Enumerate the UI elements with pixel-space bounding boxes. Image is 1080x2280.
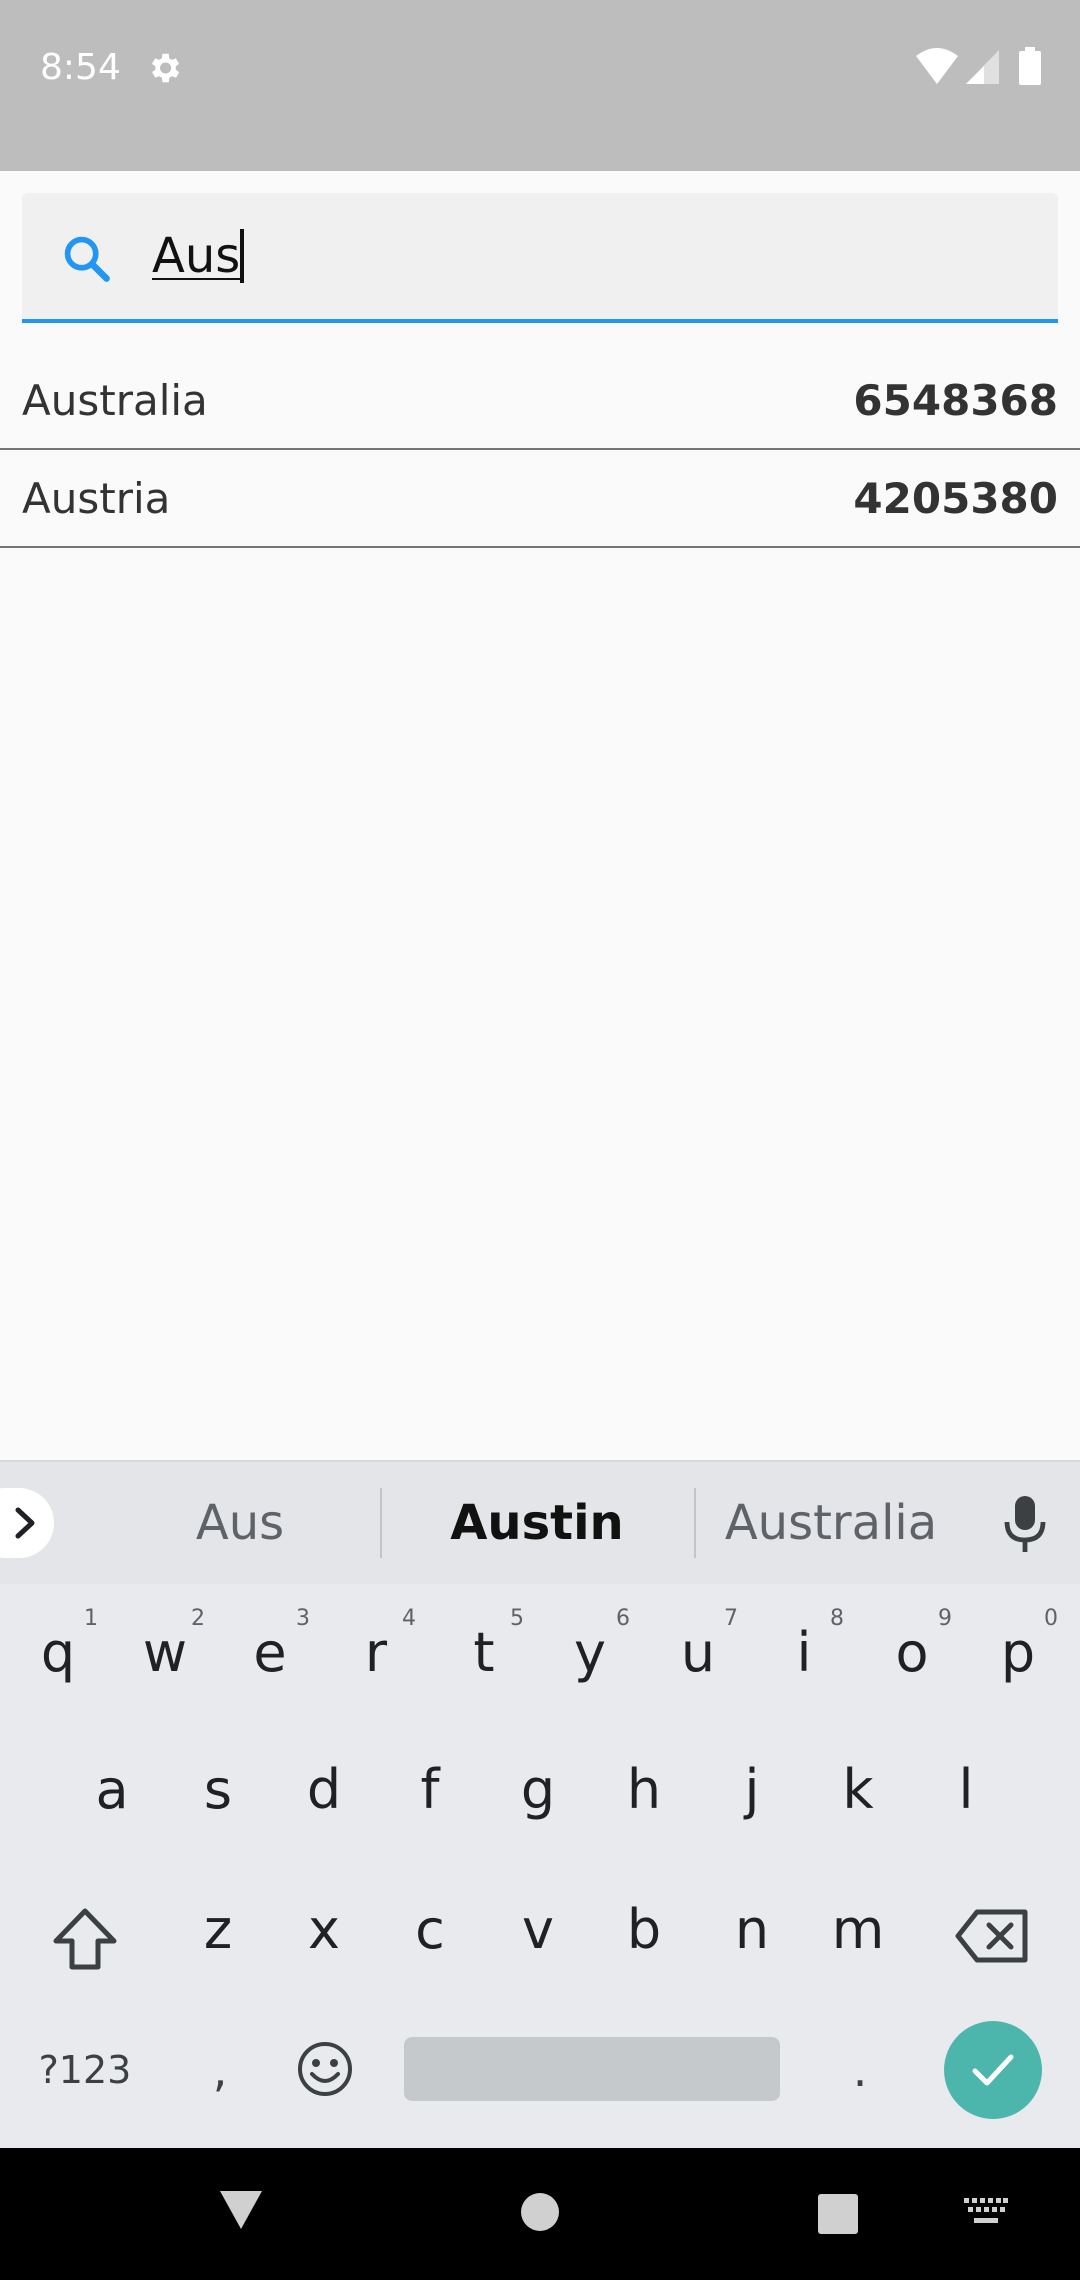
- suggestion-1[interactable]: Aus: [110, 1488, 370, 1558]
- key-b[interactable]: b: [594, 1870, 694, 1990]
- backspace-key[interactable]: [955, 1908, 1029, 1964]
- status-time: 8:54: [40, 47, 121, 88]
- search-icon: [64, 236, 110, 282]
- key-hint: 9: [938, 1606, 952, 1631]
- key-m[interactable]: m: [808, 1870, 908, 1990]
- key-x[interactable]: x: [274, 1870, 374, 1990]
- shift-key[interactable]: [50, 1905, 120, 1975]
- key-a[interactable]: a: [62, 1730, 162, 1850]
- suggestion-2[interactable]: Austin: [392, 1488, 682, 1558]
- key-g[interactable]: g: [488, 1730, 588, 1850]
- suggestion-3[interactable]: Australia: [706, 1488, 956, 1558]
- symbols-key[interactable]: ?123: [30, 2030, 140, 2110]
- microphone-icon[interactable]: [1003, 1496, 1047, 1552]
- checkmark-icon: [972, 2054, 1014, 2086]
- key-hint: 8: [830, 1606, 844, 1631]
- list-item[interactable]: Austria 4205380: [0, 450, 1080, 548]
- suggestion-divider: [380, 1488, 382, 1558]
- key-hint: 3: [296, 1606, 310, 1631]
- country-name: Austria: [22, 474, 171, 523]
- wifi-icon: [916, 48, 958, 84]
- key-hint: 2: [191, 1606, 205, 1631]
- chevron-right-icon: [15, 1507, 35, 1539]
- key-s[interactable]: s: [168, 1730, 268, 1850]
- country-value: 6548368: [853, 376, 1058, 425]
- country-name: Australia: [22, 376, 208, 425]
- gear-icon: [151, 53, 180, 83]
- battery-icon: [1019, 47, 1041, 85]
- period-key[interactable]: .: [838, 2030, 882, 2110]
- search-input[interactable]: Aus: [152, 224, 240, 288]
- text-cursor: [240, 229, 244, 283]
- key-hint: 6: [616, 1606, 630, 1631]
- country-value: 4205380: [853, 474, 1058, 523]
- key-k[interactable]: k: [808, 1730, 908, 1850]
- key-hint: 1: [84, 1606, 98, 1631]
- back-icon[interactable]: [218, 2189, 264, 2231]
- recents-icon[interactable]: [818, 2194, 858, 2234]
- comma-key[interactable]: ,: [195, 2030, 245, 2110]
- key-f[interactable]: f: [380, 1730, 480, 1850]
- key-hint: 0: [1044, 1606, 1058, 1631]
- key-hint: 5: [510, 1606, 524, 1631]
- key-c[interactable]: c: [380, 1870, 480, 1990]
- key-v[interactable]: v: [488, 1870, 588, 1990]
- key-z[interactable]: z: [168, 1870, 268, 1990]
- list-item[interactable]: Australia 6548368: [0, 352, 1080, 450]
- key-d[interactable]: d: [274, 1730, 374, 1850]
- key-hint: 7: [724, 1606, 738, 1631]
- cell-signal-icon: [966, 50, 999, 84]
- home-icon[interactable]: [520, 2192, 560, 2232]
- key-hint: 4: [402, 1606, 416, 1631]
- space-key[interactable]: [404, 2037, 780, 2101]
- key-l[interactable]: l: [916, 1730, 1016, 1850]
- keyboard-switch-icon[interactable]: [964, 2198, 1008, 2226]
- key-j[interactable]: j: [702, 1730, 802, 1850]
- emoji-icon[interactable]: [296, 2040, 354, 2098]
- key-h[interactable]: h: [594, 1730, 694, 1850]
- suggestion-divider: [694, 1488, 696, 1558]
- key-n[interactable]: n: [702, 1870, 802, 1990]
